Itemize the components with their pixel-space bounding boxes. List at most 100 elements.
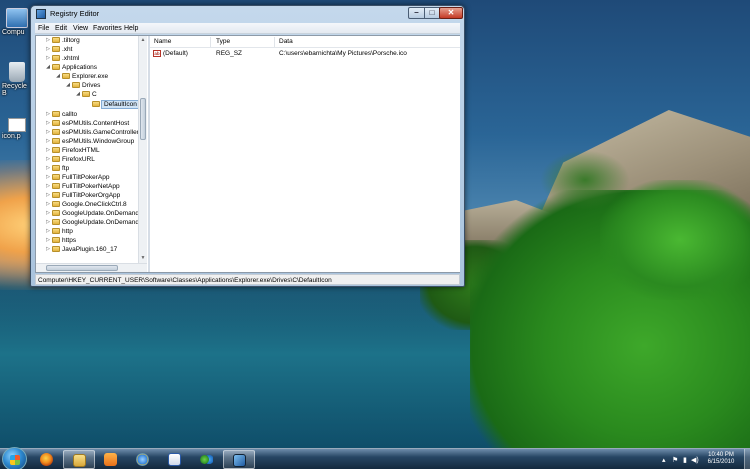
menu-edit[interactable]: Edit xyxy=(55,25,67,32)
tree-item-label: callto xyxy=(62,111,78,118)
tree-item-label: FullTiltPokerApp xyxy=(62,174,110,181)
desktop-icon-computer[interactable]: Compu xyxy=(2,8,32,36)
value-row[interactable]: ab (Default) REG_SZ C:\users\ebarnichta\… xyxy=(150,49,460,59)
expand-arrow-icon[interactable]: ▷ xyxy=(45,111,51,117)
expand-arrow-icon[interactable]: ▷ xyxy=(45,174,51,180)
internet-explorer-icon xyxy=(136,453,149,466)
folder-open-icon xyxy=(62,73,70,79)
expand-arrow-icon[interactable]: ▷ xyxy=(45,228,51,234)
tree-item[interactable]: ▷ esPMUtils.GameController xyxy=(36,128,139,137)
taskbar-app-media-player[interactable] xyxy=(95,450,127,469)
expand-arrow-icon[interactable]: ▷ xyxy=(45,129,51,135)
tree-item[interactable]: ▷ FullTiltPokerNetApp xyxy=(36,182,136,191)
tree-scroll-thumb[interactable] xyxy=(140,98,146,140)
tree-item[interactable]: ◢ Explorer.exe xyxy=(36,72,136,81)
expand-arrow-icon[interactable]: ▷ xyxy=(45,120,51,126)
tree-item[interactable]: ▷ GoogleUpdate.OnDemandC xyxy=(36,218,144,227)
expand-arrow-icon[interactable]: ▷ xyxy=(45,192,51,198)
collapse-arrow-icon[interactable]: ◢ xyxy=(65,82,71,88)
close-button[interactable]: ✕ xyxy=(439,7,463,19)
tree-item[interactable]: ▷ http xyxy=(36,227,136,236)
maximize-button[interactable]: □ xyxy=(424,7,440,19)
taskbar-app-messenger[interactable] xyxy=(191,450,223,469)
expand-arrow-icon[interactable]: ▷ xyxy=(45,37,51,43)
minimize-button[interactable]: – xyxy=(408,7,425,19)
list-header: Name Type Data xyxy=(150,36,460,48)
menu-favorites[interactable]: Favorites xyxy=(93,25,122,32)
tree-vertical-scrollbar[interactable]: ▲ ▼ xyxy=(138,36,147,263)
tree-item[interactable]: ▷ FullTiltPokerApp xyxy=(36,173,136,182)
tree-item[interactable]: ▷ Google.OneClickCtrl.8 xyxy=(36,200,136,209)
desktop-icon-file[interactable]: icon.p xyxy=(2,118,32,140)
network-icon[interactable]: ▮ xyxy=(683,456,687,464)
expand-arrow-icon[interactable]: ▷ xyxy=(45,246,51,252)
expand-arrow-icon[interactable]: ▷ xyxy=(45,46,51,52)
taskbar-app-internet-explorer[interactable] xyxy=(127,450,159,469)
expand-arrow-icon[interactable]: ▷ xyxy=(45,183,51,189)
status-path: Computer\HKEY_CURRENT_USER\Software\Clas… xyxy=(38,277,332,284)
tree-item[interactable]: ▷ .xhtml xyxy=(36,54,136,63)
tree-item[interactable]: ▷ FirefoxHTML xyxy=(36,146,136,155)
scroll-up-arrow-icon[interactable]: ▲ xyxy=(140,37,146,43)
column-divider[interactable] xyxy=(274,37,275,47)
expand-arrow-icon[interactable]: ▷ xyxy=(45,165,51,171)
expand-arrow-icon[interactable]: ▷ xyxy=(45,156,51,162)
tree-item[interactable]: ◢ C xyxy=(36,90,136,99)
tree-item[interactable]: ▷ FullTiltPokerOrgApp xyxy=(36,191,136,200)
tree-item[interactable]: ◢ Applications xyxy=(36,63,136,72)
tree-item[interactable]: ▷ .tiltorg xyxy=(36,36,136,45)
desktop-icon-label: Recycle B xyxy=(2,83,27,97)
tree-item-selected[interactable]: DefaultIcon xyxy=(36,100,140,109)
scroll-down-arrow-icon[interactable]: ▼ xyxy=(140,255,146,261)
menu-file[interactable]: File xyxy=(38,25,49,32)
expand-arrow-icon[interactable]: ▷ xyxy=(45,138,51,144)
collapse-arrow-icon[interactable]: ◢ xyxy=(75,91,81,97)
menu-view[interactable]: View xyxy=(73,25,88,32)
values-list[interactable]: Name Type Data ab (Default) REG_SZ C:\us… xyxy=(150,36,460,272)
column-header-type[interactable]: Type xyxy=(216,38,230,45)
expand-arrow-icon[interactable]: ▷ xyxy=(45,201,51,207)
desktop-icon-recycle-bin[interactable]: Recycle B xyxy=(2,62,32,97)
column-header-name[interactable]: Name xyxy=(154,38,171,45)
tree-item[interactable]: ◢ Drives xyxy=(36,81,136,90)
tree-item-label: Explorer.exe xyxy=(72,73,109,80)
title-bar[interactable]: Registry Editor – □ ✕ xyxy=(31,6,464,22)
tree-item[interactable]: ▷ callto xyxy=(36,110,136,119)
show-desktop-button[interactable] xyxy=(744,449,750,469)
tree-item[interactable]: ▷ .xht xyxy=(36,45,136,54)
tree-item[interactable]: ▷ FirefoxURL xyxy=(36,155,136,164)
taskbar-app-firefox[interactable] xyxy=(31,450,63,469)
taskbar-clock[interactable]: 10:40 PM 6/15/2010 xyxy=(702,452,740,466)
tree-item[interactable]: ▷ JavaPlugin.160_17 xyxy=(36,245,136,254)
collapse-arrow-icon[interactable]: ◢ xyxy=(55,73,61,79)
menu-help[interactable]: Help xyxy=(124,25,138,32)
tree-horizontal-scrollbar[interactable] xyxy=(36,263,147,272)
tree-item[interactable]: ▷ GoogleUpdate.OnDemandC xyxy=(36,209,144,218)
taskbar-app-windows-explorer[interactable] xyxy=(63,450,95,469)
taskbar-app-word[interactable] xyxy=(159,450,191,469)
action-center-flag-icon[interactable]: ⚑ xyxy=(672,456,678,464)
folder-icon xyxy=(73,454,86,467)
registry-tree[interactable]: ▷ .tiltorg ▷ .xht ▷ .xhtml ◢ Application… xyxy=(36,36,148,272)
tree-item-label: JavaPlugin.160_17 xyxy=(62,246,118,253)
volume-icon[interactable]: ◀) xyxy=(691,456,699,464)
tree-item[interactable]: ▷ esPMUtils.ContentHost xyxy=(36,119,136,128)
tree-hscroll-thumb[interactable] xyxy=(46,265,118,271)
column-header-data[interactable]: Data xyxy=(279,38,293,45)
expand-arrow-icon[interactable]: ▷ xyxy=(45,219,51,225)
tree-item[interactable]: ▷ ftp xyxy=(36,164,136,173)
tree-item[interactable]: ▷ esPMUtils.WindowGroup xyxy=(36,137,136,146)
taskbar: ▴ ⚑ ▮ ◀) 10:40 PM 6/15/2010 xyxy=(0,447,750,469)
show-hidden-icons-arrow[interactable]: ▴ xyxy=(662,456,666,464)
expand-arrow-icon[interactable]: ▷ xyxy=(45,147,51,153)
start-button[interactable] xyxy=(2,447,27,469)
expand-arrow-icon[interactable]: ▷ xyxy=(45,55,51,61)
taskbar-app-registry-editor[interactable] xyxy=(223,450,255,469)
tree-item-label: .xhtml xyxy=(62,55,80,62)
column-divider[interactable] xyxy=(210,37,211,47)
collapse-arrow-icon[interactable]: ◢ xyxy=(45,64,51,70)
expand-arrow-icon[interactable]: ▷ xyxy=(45,210,51,216)
tree-item[interactable]: ▷ https xyxy=(36,236,136,245)
expand-arrow-icon[interactable]: ▷ xyxy=(45,237,51,243)
tree-item-label: GoogleUpdate.OnDemandC xyxy=(62,219,144,226)
